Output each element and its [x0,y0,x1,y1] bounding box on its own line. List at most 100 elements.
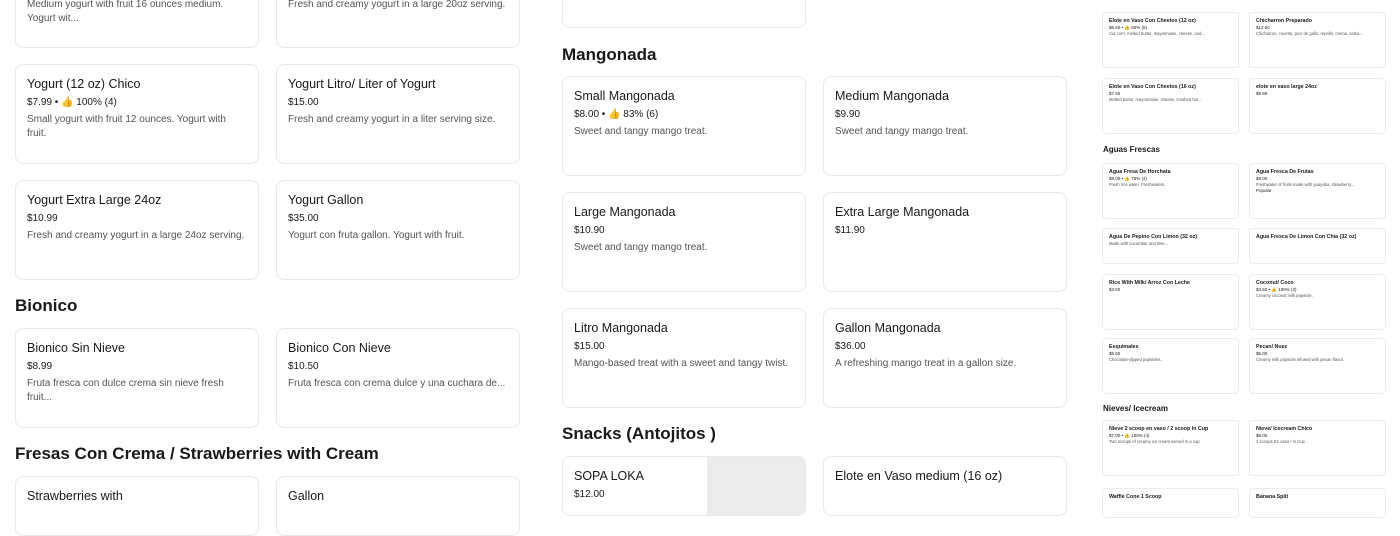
menu-item-desc: Fresh and creamy yogurt in a large 24oz … [27,230,245,241]
menu-item-meta: $8.00 • 👍 83% (6) [574,109,659,120]
menu-item-name: Large Mangonada [574,205,676,219]
menu-item-card-agua-de-pepino-con-limon-32-oz[interactable]: Agua De Pepino Con Limon (32 oz) Made wit… [1102,228,1239,264]
menu-item-meta: $10.90 [574,225,605,236]
menu-item-card-agua-fresca-de-frutas[interactable]: Agua Fresca De Frutas $9.00 Freshwater of … [1249,163,1386,219]
menu-item-name: Yogurt Litro/ Liter of Yogurt [288,77,436,91]
menu-item-card-esquimales[interactable]: Esquimales $5.50 Chocolate-dipped popsicle… [1102,338,1239,394]
menu-item-name: Elote en Vaso Con Cheetos (12 oz) [1109,18,1196,24]
menu-item-card-gallon[interactable]: Gallon [276,476,520,536]
menu-item-card-agua-fresa-de-horchata[interactable]: Agua Fresa De Horchata $9.00 • 👍 75% (4) F… [1102,163,1239,219]
menu-item-name: Bionico Con Nieve [288,341,391,355]
menu-item-meta: $7.99 • 👍 100% (4) [27,97,117,108]
menu-item-name: Coconut/ Coco [1256,280,1294,286]
menu-item-desc: Sweet and tangy mango treat. [835,126,969,137]
menu-item-card-gallon-mangonada[interactable]: Gallon Mangonada $36.00 A refreshing mango… [823,308,1067,408]
menu-item-photo [707,457,805,515]
menu-item-card-waffle-cone-1-scoop[interactable]: Waffle Cone 1 Scoop [1102,488,1239,518]
menu-item-card-strawberries-with[interactable]: Strawberries with [15,476,259,536]
menu-item-card-litro-mangonada[interactable]: Litro Mangonada $15.00 Mango-based treat w… [562,308,806,408]
menu-item-desc: Fresh and creamy yogurt in a liter servi… [288,114,496,125]
menu-item-card-elote-en-vaso-large-24oz[interactable]: elote en vaso large 24oz $9.99 [1249,78,1386,134]
menu-item-name: Strawberries with [27,489,123,503]
menu-item-desc: Chocolate-dipped popsicles. [1109,357,1162,363]
menu-item-desc: Made with cucumber and lime... [1109,241,1169,247]
menu-item-name: Yogurt (12 oz) Chico [27,77,141,91]
menu-item-meta: $10.99 [27,213,58,224]
menu-item-desc: Medium yogurt with fruit 16 ounces mediu… [27,0,224,24]
menu-item-meta: $36.00 [835,341,866,352]
menu-item-desc: Sweet and tangy mango treat. [574,126,708,137]
menu-item-name: Yogurt Gallon [288,193,364,207]
menu-item-card-yogurt-12-oz-chico[interactable]: Yogurt (12 oz) Chico $7.99 • 👍 100% (4) Sm… [15,64,259,164]
menu-item-meta: $15.00 [288,97,319,108]
menu-item-card-extra-large-mangonada[interactable]: Extra Large Mangonada $11.90 [823,192,1067,292]
menu-item-name: Banana Split [1256,494,1289,500]
menu-item-card-small-mangonada[interactable]: Small Mangonada $8.00 • 👍 83% (6) Sweet an… [562,76,806,176]
menu-item-name: Gallon Mangonada [835,321,941,335]
menu-item-desc: Cut corn, melted butter, mayonnaise, che… [1109,31,1205,37]
menu-item-card-item-0[interactable]: Medium yogurt with fruit 16 ounces mediu… [15,0,259,48]
menu-item-name: Chicharron Preparado [1256,18,1312,24]
menu-item-card-yogurt-extra-large-24oz[interactable]: Yogurt Extra Large 24oz $10.99 Fresh and c… [15,180,259,280]
menu-item-name: Small Mangonada [574,89,675,103]
menu-item-meta: $9.99 [1256,91,1268,97]
section-heading-nieves: Nieves/ Icecream [1103,404,1168,413]
menu-item-desc: Sweet and tangy mango treat. [574,242,708,253]
menu-item-desc: Fruta fresca con dulce crema sin nieve f… [27,378,224,403]
menu-item-card-nieve-2-scoop-en-vaso-2-scoop-in-cup[interactable]: Nieve 2 scoop en vaso / 2 scoop In Cup $7… [1102,420,1239,476]
menu-item-card-elote-en-vaso-medium-16-oz[interactable]: Elote en Vaso medium (16 oz) [823,456,1067,516]
menu-item-desc: Mango-based treat with a sweet and tangy… [574,358,789,369]
menu-item-name: Nieve 2 scoop en vaso / 2 scoop In Cup [1109,426,1209,432]
section-heading-fresas: Fresas Con Crema / Strawberries with Cre… [15,444,379,463]
section-heading-aguas-frescas: Aguas Frescas [1103,145,1160,154]
menu-item-name: Nieve/ Icecream Chico [1256,426,1313,432]
menu-item-card-item-1[interactable]: Fresh and creamy yogurt in a large 20oz … [276,0,520,48]
menu-item-meta: $35.00 [288,213,319,224]
menu-item-card-medium-mangonada[interactable]: Medium Mangonada $9.90 Sweet and tangy man… [823,76,1067,176]
menu-item-name: Agua Fresca De Frutas [1256,169,1314,175]
menu-item-name: Agua Fresa De Horchata [1109,169,1171,175]
menu-item-card-banana-split[interactable]: Banana Split [1249,488,1386,518]
menu-item-card-large-mangonada[interactable]: Large Mangonada $10.90 Sweet and tangy man… [562,192,806,292]
menu-item-desc: Fresh and creamy yogurt in a large 20oz … [288,0,506,10]
menu-item-name: Medium Mangonada [835,89,949,103]
menu-item-name: Esquimales [1109,344,1139,350]
menu-item-name: Litro Mangonada [574,321,668,335]
menu-item-desc: Two scoops of creamy ice cream served in… [1109,439,1201,445]
menu-item-card-pecan-nuez[interactable]: Pecan/ Nuez $5.00 Creamy milk popsicle inf… [1249,338,1386,394]
menu-item-card-elote-en-vaso-con-cheetos-16-oz[interactable]: Elote en Vaso Con Cheetos (16 oz) $7.50 Me… [1102,78,1239,134]
menu-item-card-bionico-sin-nieve[interactable]: Bionico Sin Nieve $8.99 Fruta fresca con d… [15,328,259,428]
menu-item-desc: Fresh rice water. Freshwaters. [1109,182,1166,188]
menu-item-card-rice-with-milk-arroz-con-leche[interactable]: Rice With Milk/ Arroz Con Leche $3.50 [1102,274,1239,330]
section-heading-snacks: Snacks (Antojitos ) [562,424,716,443]
menu-item-name: Waffle Cone 1 Scoop [1109,494,1162,500]
menu-item-card-partial[interactable] [562,0,806,28]
menu-item-name: Gallon [288,489,325,503]
menu-item-meta: $8.99 [27,361,53,372]
section-heading-mangonada: Mangonada [562,45,657,64]
menu-item-card-yogurt-gallon[interactable]: Yogurt Gallon $35.00 Yogurt con fruta gall… [276,180,520,280]
menu-item-name: Elote en Vaso medium (16 oz) [835,469,1003,483]
menu-item-card-sopa-loka[interactable]: SOPA LOKA $12.00 [562,456,806,516]
menu-item-badge: Popular [1256,188,1272,194]
menu-item-desc: Yogurt con fruta gallon. Yogurt with fru… [288,230,465,241]
menu-item-name: Yogurt Extra Large 24oz [27,193,162,207]
menu-item-desc: Creamy milk popsicle infused with pecan … [1256,357,1344,363]
menu-item-card-agua-fresca-de-limon-con-chia-32-oz[interactable]: Agua Fresca De Limon Con Chia (32 oz) [1249,228,1386,264]
menu-item-desc: Melted butter, mayonnaise, cheese, crush… [1109,97,1202,103]
menu-item-name: Pecan/ Nuez [1256,344,1288,350]
menu-item-name: Elote en Vaso Con Cheetos (16 oz) [1109,84,1196,90]
menu-item-card-chicharron-preparado[interactable]: Chicharron Preparado $12.50 Chicharron, cu… [1249,12,1386,68]
menu-item-card-yogurt-litro-liter-of-yogurt[interactable]: Yogurt Litro/ Liter of Yogurt $15.00 Fresh… [276,64,520,164]
menu-item-desc: Fruta fresca con crema dulce y una cucha… [288,378,506,389]
menu-item-name: elote en vaso large 24oz [1256,84,1317,90]
menu-item-meta: $11.90 [835,225,865,236]
menu-item-card-coconut-coco[interactable]: Coconut/ Coco $3.50 • 👍 100% (3) Creamy co… [1249,274,1386,330]
menu-item-card-bionico-con-nieve[interactable]: Bionico Con Nieve $10.50 Fruta fresca con … [276,328,520,428]
menu-item-card-elote-en-vaso-con-cheetos-12-oz[interactable]: Elote en Vaso Con Cheetos (12 oz) $6.60 •… [1102,12,1239,68]
menu-item-card-nieve-icecream-chico[interactable]: Nieve/ Icecream Chico $8.00 3 scoops En va… [1249,420,1386,476]
menu-item-desc: Small yogurt with fruit 12 ounces. Yogur… [27,114,226,139]
menu-item-meta: $9.90 [835,109,861,120]
menu-item-meta: $15.00 [574,341,605,352]
menu-item-name: Extra Large Mangonada [835,205,970,219]
